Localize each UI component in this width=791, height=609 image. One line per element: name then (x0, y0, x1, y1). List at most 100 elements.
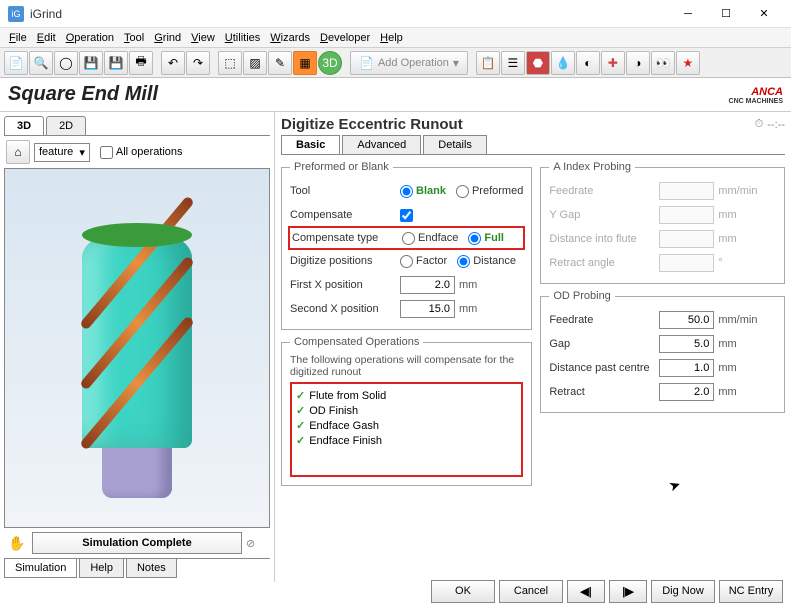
main-area: 3D 2D ⌂ feature ▾ All operations ✋ Simul… (0, 112, 791, 582)
circle-icon[interactable]: ◯ (54, 51, 78, 75)
radio-endface[interactable]: Endface (402, 232, 458, 245)
feature-select[interactable]: feature ▾ (34, 143, 90, 162)
op-item[interactable]: ✓Endface Gash (296, 418, 517, 433)
tool2-icon[interactable]: ▨ (243, 51, 267, 75)
menu-help[interactable]: Help (375, 30, 408, 46)
od-dist-centre-label: Distance past centre (549, 362, 659, 374)
cancel-button[interactable]: Cancel (499, 580, 563, 603)
radio-full[interactable]: Full (468, 232, 504, 245)
compensate-checkbox[interactable] (400, 209, 413, 222)
comp-ops-list[interactable]: ✓Flute from Solid ✓OD Finish ✓Endface Ga… (290, 382, 523, 477)
menu-grind[interactable]: Grind (149, 30, 186, 46)
tool3-icon[interactable]: ✎ (268, 51, 292, 75)
binoc-icon[interactable]: 👀 (651, 51, 675, 75)
minimize-button[interactable]: ─ (669, 0, 707, 28)
ok-button[interactable]: OK (431, 580, 495, 603)
next-button[interactable]: |▶ (609, 580, 647, 603)
radio-preformed[interactable]: Preformed (456, 185, 523, 198)
od-gap-input[interactable] (659, 335, 714, 353)
od-probing-fieldset: OD Probing Feedrate mm/min Gap mm Distan… (540, 290, 785, 413)
form-col-left: Preformed or Blank Tool Blank Preformed … (281, 161, 532, 578)
comp-ops-fieldset: Compensated Operations The following ope… (281, 336, 532, 486)
menu-operation[interactable]: Operation (61, 30, 119, 46)
check-icon: ✓ (296, 389, 305, 402)
menu-utilities[interactable]: Utilities (220, 30, 265, 46)
close-button[interactable]: ✕ (745, 0, 783, 28)
first-x-label: First X position (290, 279, 400, 291)
right-panel: Digitize Eccentric Runout ⏱ --:-- Basic … (275, 112, 791, 582)
op-item[interactable]: ✓OD Finish (296, 403, 517, 418)
menu-edit[interactable]: Edit (32, 30, 61, 46)
od-probing-legend: OD Probing (549, 290, 614, 302)
wheel2-icon[interactable]: ◑ (626, 51, 650, 75)
menu-developer[interactable]: Developer (315, 30, 375, 46)
grid-icon[interactable]: ▦ (293, 51, 317, 75)
tab-3d[interactable]: 3D (4, 116, 44, 135)
tool-radio-group: Blank Preformed (400, 185, 523, 198)
radio-factor[interactable]: Factor (400, 255, 447, 268)
ai-retract-angle-input (659, 254, 714, 272)
comp-type-radio-group: Endface Full (402, 232, 504, 245)
tab-simulation[interactable]: Simulation (4, 559, 77, 578)
tab-notes[interactable]: Notes (126, 559, 177, 578)
tab-2d[interactable]: 2D (46, 116, 86, 135)
tool1-icon[interactable]: ⬚ (218, 51, 242, 75)
save2-icon[interactable]: 💾 (104, 51, 128, 75)
zoom-icon[interactable]: 🔍 (29, 51, 53, 75)
3d-icon[interactable]: 3D (318, 51, 342, 75)
tab-basic[interactable]: Basic (281, 135, 340, 154)
3d-viewport[interactable] (4, 168, 270, 528)
left-bottom-tabs: Simulation Help Notes (4, 558, 270, 578)
od-retract-input[interactable] (659, 383, 714, 401)
op-item[interactable]: ✓Endface Finish (296, 433, 517, 448)
tab-details[interactable]: Details (423, 135, 487, 154)
home-icon[interactable]: ⌂ (6, 140, 30, 164)
comp-ops-note: The following operations will compensate… (290, 354, 523, 378)
wheel-icon[interactable]: ◐ (576, 51, 600, 75)
nc-entry-button[interactable]: NC Entry (719, 580, 783, 603)
pan-icon[interactable]: ✋ (8, 535, 28, 552)
compensate-label: Compensate (290, 209, 400, 221)
menu-wizards[interactable]: Wizards (265, 30, 315, 46)
ai-feedrate-label: Feedrate (549, 185, 659, 197)
save-icon[interactable]: 💾 (79, 51, 103, 75)
first-x-input[interactable] (400, 276, 455, 294)
sim-status-button[interactable]: Simulation Complete (32, 532, 242, 554)
star-icon[interactable]: ★ (676, 51, 700, 75)
menubar: File Edit Operation Tool Grind View Util… (0, 28, 791, 48)
doc-icon[interactable]: 📋 (476, 51, 500, 75)
add-operation-button[interactable]: 📄 Add Operation ▾ (350, 51, 468, 75)
undo-icon[interactable]: ↶ (161, 51, 185, 75)
op-item[interactable]: ✓Flute from Solid (296, 388, 517, 403)
first-x-unit: mm (459, 279, 477, 291)
redo-icon[interactable]: ↷ (186, 51, 210, 75)
second-x-unit: mm (459, 303, 477, 315)
tab-help[interactable]: Help (79, 559, 124, 578)
stopwatch: ⏱ --:-- (755, 118, 785, 131)
plus-icon[interactable]: ✚ (601, 51, 625, 75)
radio-blank[interactable]: Blank (400, 185, 446, 198)
maximize-button[interactable]: ☐ (707, 0, 745, 28)
print-icon[interactable]: 🖶 (129, 51, 153, 75)
all-operations-checkbox[interactable]: All operations (100, 146, 183, 159)
menu-tool[interactable]: Tool (119, 30, 149, 46)
comp-type-label: Compensate type (292, 232, 402, 244)
dig-now-button[interactable]: Dig Now (651, 580, 715, 603)
radio-distance[interactable]: Distance (457, 255, 516, 268)
new-icon[interactable]: 📄 (4, 51, 28, 75)
blue-drop-icon[interactable]: 💧 (551, 51, 575, 75)
list-icon[interactable]: ☰ (501, 51, 525, 75)
sim-close-icon[interactable]: ⊘ (246, 537, 266, 550)
menu-view[interactable]: View (186, 30, 220, 46)
check-icon: ✓ (296, 419, 305, 432)
menu-file[interactable]: File (4, 30, 32, 46)
od-dist-centre-input[interactable] (659, 359, 714, 377)
stopwatch-value: --:-- (767, 119, 785, 131)
prev-button[interactable]: ◀| (567, 580, 605, 603)
od-feedrate-input[interactable] (659, 311, 714, 329)
preformed-fieldset: Preformed or Blank Tool Blank Preformed … (281, 161, 532, 330)
red-drop-icon[interactable]: ⬣ (526, 51, 550, 75)
tab-advanced[interactable]: Advanced (342, 135, 421, 154)
feature-row: ⌂ feature ▾ All operations (4, 136, 270, 168)
second-x-input[interactable] (400, 300, 455, 318)
